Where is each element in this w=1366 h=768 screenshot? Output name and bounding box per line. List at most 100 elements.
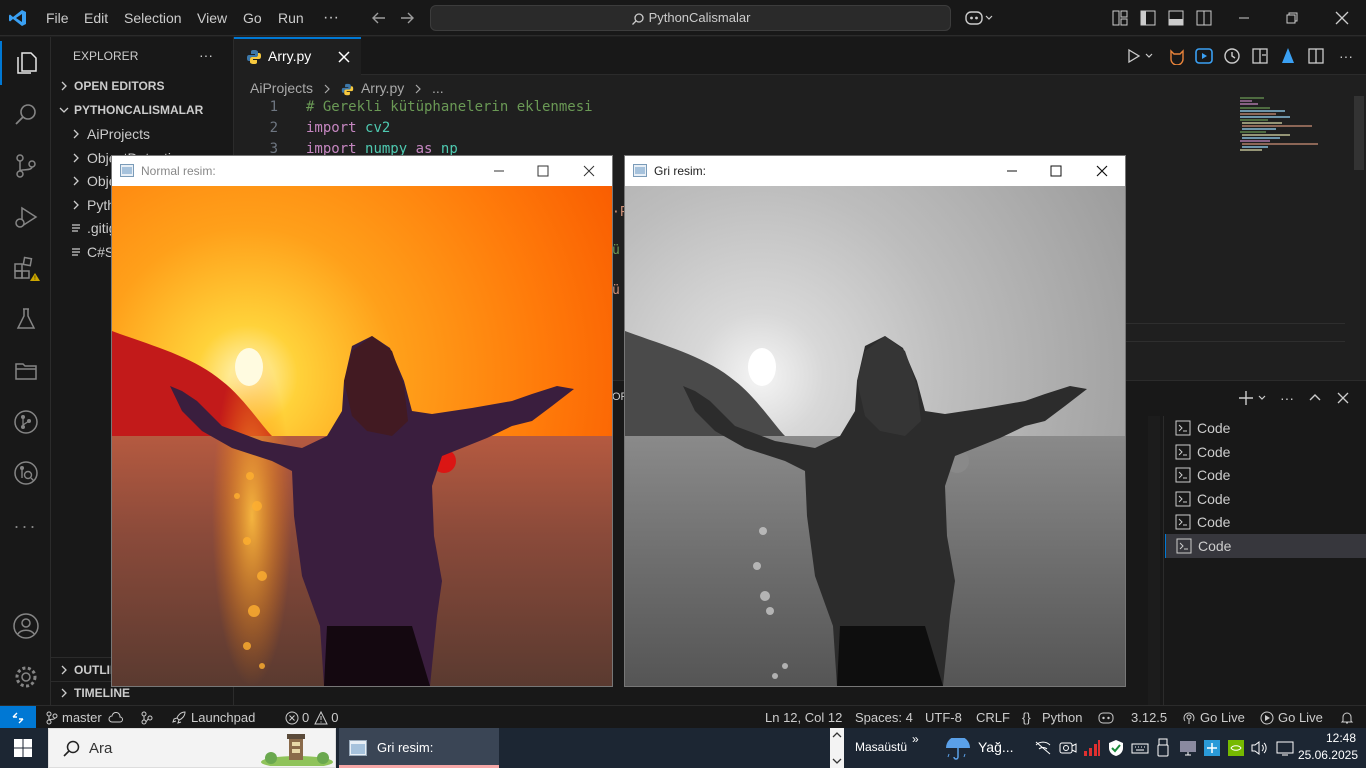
git-graph-icon[interactable] <box>0 399 51 445</box>
clock-time[interactable]: 12:48 <box>1300 731 1356 745</box>
maximize-panel-chevron-up-icon[interactable] <box>1307 390 1323 406</box>
settings-gear-icon[interactable] <box>0 654 51 700</box>
open-editors-section[interactable]: OPEN EDITORS <box>59 79 164 93</box>
terminal-list-item[interactable]: Code <box>1165 534 1366 558</box>
cat-extension-icon[interactable] <box>1168 47 1186 65</box>
terminal-list-item[interactable]: Code <box>1165 510 1366 534</box>
window-minimize-icon[interactable] <box>989 156 1035 186</box>
tab-close-icon[interactable] <box>338 51 350 63</box>
volume-icon[interactable] <box>1251 740 1269 756</box>
cursor-position[interactable]: Ln 12, Col 12 <box>765 706 842 729</box>
security-shield-icon[interactable] <box>1107 739 1125 757</box>
taskbar-scroll-buttons[interactable] <box>830 728 844 768</box>
search-icon[interactable] <box>0 92 51 138</box>
more-views-icon[interactable]: ··· <box>0 503 51 549</box>
menu-more-button[interactable]: ··· <box>323 0 339 36</box>
window-maximize-icon[interactable] <box>520 156 566 186</box>
terminal-list-item[interactable]: Code <box>1165 487 1366 511</box>
copilot-status-icon[interactable] <box>1098 706 1114 729</box>
minimap[interactable] <box>1238 96 1348 156</box>
project-folder-section[interactable]: PYTHONCALISMALAR <box>59 103 203 117</box>
remote-explorer-folder-icon[interactable] <box>0 348 51 394</box>
code-line[interactable]: import cv2 <box>306 118 390 139</box>
eol-status[interactable]: CRLF <box>976 706 1010 729</box>
window-close-icon[interactable] <box>566 156 612 186</box>
minimize-icon[interactable] <box>1236 10 1252 26</box>
window-title-bar[interactable]: Normal resim: <box>112 156 612 186</box>
keyboard-icon[interactable] <box>1131 740 1149 756</box>
menu-run[interactable]: Run <box>278 0 304 36</box>
sidebar-more-button[interactable]: ··· <box>199 47 213 63</box>
git-graph-status-icon[interactable] <box>140 706 154 729</box>
terminal-list-item[interactable]: Code <box>1165 463 1366 487</box>
explorer-files-icon[interactable] <box>0 40 51 86</box>
toggle-primary-sidebar-icon[interactable] <box>1140 10 1156 26</box>
source-control-icon[interactable] <box>0 143 51 189</box>
breadcrumb-file[interactable]: Arry.py <box>361 80 404 96</box>
deploy-icon[interactable] <box>1279 47 1297 65</box>
run-python-icon[interactable] <box>1126 48 1154 64</box>
editor-scrollbar[interactable] <box>1354 96 1364 170</box>
accounts-icon[interactable] <box>0 603 51 649</box>
menu-file[interactable]: File <box>46 0 69 36</box>
no-network-icon[interactable] <box>1034 740 1052 756</box>
new-terminal-plus-icon[interactable] <box>1238 390 1268 406</box>
close-icon[interactable] <box>1334 10 1350 26</box>
taskbar-search-box[interactable]: Ara <box>48 728 336 768</box>
forward-arrow-icon[interactable] <box>398 9 416 27</box>
breadcrumb-symbol[interactable]: ... <box>432 80 444 96</box>
live-preview-icon[interactable] <box>1195 47 1213 65</box>
open-changes-icon[interactable] <box>1251 47 1269 65</box>
toolbar-expand-chevron-icon[interactable]: » <box>912 732 919 746</box>
signal-bars-icon[interactable] <box>1083 739 1101 757</box>
run-and-debug-icon[interactable] <box>0 194 51 240</box>
terminal-scrollbar[interactable] <box>1148 416 1160 705</box>
toggle-panel-icon[interactable] <box>1168 10 1184 26</box>
split-editor-icon[interactable] <box>1307 47 1325 65</box>
indentation-status[interactable]: Spaces: 4 <box>855 706 913 729</box>
history-icon[interactable] <box>1223 47 1241 65</box>
remote-indicator-icon[interactable] <box>0 706 36 729</box>
desktop-toolbar-label[interactable]: Masaüstü <box>855 740 907 754</box>
network-app-icon[interactable] <box>1203 739 1221 757</box>
menu-edit[interactable]: Edit <box>84 0 108 36</box>
normal-image-window[interactable]: Normal resim: <box>111 155 613 687</box>
command-center-search[interactable]: PythonCalismalar <box>430 5 951 31</box>
window-minimize-icon[interactable] <box>476 156 522 186</box>
restore-icon[interactable] <box>1284 10 1300 26</box>
taskbar-app-gri-resim[interactable]: Gri resim: <box>339 728 499 768</box>
close-panel-icon[interactable] <box>1335 390 1351 406</box>
branch-status[interactable]: master <box>46 706 124 729</box>
nvidia-icon[interactable] <box>1227 739 1245 757</box>
back-arrow-icon[interactable] <box>370 9 388 27</box>
timeline-section[interactable]: TIMELINE <box>59 686 130 700</box>
monitor-icon[interactable] <box>1179 739 1197 757</box>
go-live-status-2[interactable]: Go Live <box>1260 706 1323 729</box>
toggle-secondary-sidebar-icon[interactable] <box>1196 10 1212 26</box>
clock-date[interactable]: 25.06.2025 <box>1296 748 1358 762</box>
windows-start-icon[interactable] <box>14 739 32 757</box>
gray-image-window[interactable]: Gri resim: <box>624 155 1126 687</box>
editor-more-button[interactable]: ··· <box>1339 48 1353 64</box>
panel-more-button[interactable]: ··· <box>1280 390 1294 406</box>
menu-go[interactable]: Go <box>243 0 262 36</box>
go-live-status[interactable]: Go Live <box>1182 706 1245 729</box>
copilot-icon[interactable] <box>965 9 995 27</box>
window-title-bar[interactable]: Gri resim: <box>625 156 1125 186</box>
testing-flask-icon[interactable] <box>0 296 51 342</box>
tab-arry-py[interactable]: Arry.py <box>234 37 361 75</box>
customize-layout-icon[interactable] <box>1112 10 1128 26</box>
display-language-icon[interactable] <box>1276 740 1294 756</box>
menu-view[interactable]: View <box>197 0 227 36</box>
notifications-bell-icon[interactable] <box>1340 706 1354 729</box>
window-maximize-icon[interactable] <box>1033 156 1079 186</box>
gitlens-icon[interactable] <box>0 450 51 496</box>
language-mode[interactable]: Python <box>1042 706 1082 729</box>
weather-label[interactable]: Yağ... <box>978 739 1014 755</box>
terminal-list-item[interactable]: Code <box>1165 416 1366 440</box>
problems-status[interactable]: 0 0 <box>285 706 338 729</box>
tree-item-folder[interactable]: AiProjects <box>71 123 150 145</box>
python-version[interactable]: 3.12.5 <box>1131 706 1167 729</box>
menu-selection[interactable]: Selection <box>124 0 182 36</box>
extensions-icon[interactable]: ! <box>0 246 51 292</box>
